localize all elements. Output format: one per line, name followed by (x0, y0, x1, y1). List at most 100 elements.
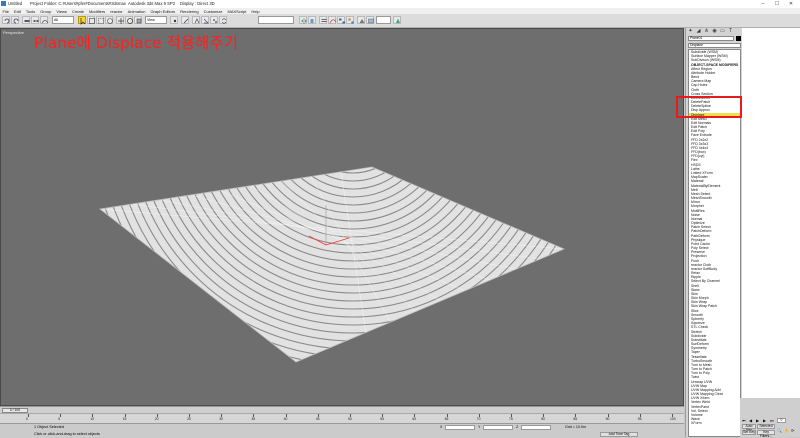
key-mode-dropdown[interactable]: Selected (757, 424, 775, 429)
x-coordinate-field[interactable] (445, 425, 475, 430)
set-key-button[interactable]: Set Key (742, 430, 756, 435)
manipulate-button[interactable] (181, 16, 189, 24)
track-tick-label: 95 (637, 417, 642, 421)
unlink-button[interactable] (31, 16, 39, 24)
orbit-icon[interactable]: ⟳ (791, 428, 794, 433)
utilities-tab-icon[interactable]: T (727, 28, 734, 35)
modify-tab-icon[interactable]: ◢ (695, 28, 702, 35)
angle-snap-button[interactable] (201, 16, 209, 24)
go-to-end-icon[interactable]: ⏭ (770, 418, 774, 423)
current-frame-field[interactable]: 0 (777, 418, 786, 423)
menu-modifiers[interactable]: Modifiers (86, 9, 107, 14)
spinner-snap-button[interactable] (219, 16, 227, 24)
y-label: Y (478, 425, 481, 429)
app-icon (1, 1, 6, 6)
select-object-button[interactable] (78, 16, 86, 25)
create-tab-icon[interactable]: ✦ (687, 28, 694, 35)
modifier-list-item[interactable]: XForm (689, 421, 740, 425)
title-project: Project Folder: C:#Users#pfer#Documents#… (30, 1, 126, 6)
menu-animation[interactable]: Animation (125, 9, 148, 14)
zoom-icon[interactable]: 🔍 (777, 428, 782, 433)
pan-icon[interactable]: ✋ (784, 428, 789, 433)
display-tab-icon[interactable]: ▭ (719, 28, 726, 35)
menu-customize[interactable]: Customize (201, 9, 225, 14)
window-crossing-button[interactable] (105, 16, 113, 24)
track-tick-label: 100 (670, 417, 676, 421)
menu-graph-editors[interactable]: Graph Editors (148, 9, 178, 14)
status-bar: 1 Object Selected Click or click-and-dra… (0, 423, 684, 438)
command-panel: ✦ ◢ ⋔ ◉ ▭ T Plane01 Displace Subdivide (… (685, 28, 742, 437)
menu-reactor[interactable]: reactor (108, 9, 125, 14)
track-tick-label: 35 (251, 417, 256, 421)
reference-coordinate-dropdown[interactable]: View (145, 16, 167, 24)
menu-edit[interactable]: Edit (11, 9, 23, 14)
menu-file[interactable]: File (0, 9, 11, 14)
render-setup-button[interactable] (357, 16, 365, 24)
window-controls: – ☐ ✕ (756, 0, 798, 8)
named-selection-dropdown[interactable] (258, 16, 294, 24)
z-label: Z (516, 425, 519, 429)
rendered-frame-button[interactable] (366, 16, 374, 24)
undo-button[interactable] (2, 16, 10, 24)
menu-rendering[interactable]: Rendering (178, 9, 201, 14)
pivot-center-button[interactable] (170, 16, 178, 24)
curve-editor-button[interactable] (328, 16, 337, 24)
layer-manager-button[interactable] (319, 16, 327, 24)
schematic-view-button[interactable] (337, 16, 345, 24)
selection-status: 1 Object Selected (34, 425, 64, 429)
time-slider-handle[interactable]: 0 / 100 (2, 407, 28, 413)
track-tick-label: 0 (26, 417, 28, 421)
redo-button[interactable] (11, 16, 19, 24)
mirror-button[interactable] (299, 16, 307, 24)
align-button[interactable] (308, 16, 316, 24)
track-tick-label: 15 (122, 417, 127, 421)
displace-highlight-box (676, 96, 742, 118)
menu-tools[interactable]: Tools (23, 9, 37, 14)
menu-maxscript[interactable]: MAXScript (225, 9, 249, 14)
select-rotate-button[interactable] (125, 16, 133, 24)
command-panel-tabs: ✦ ◢ ⋔ ◉ ▭ T (687, 28, 734, 35)
menu-views[interactable]: Views (54, 9, 70, 14)
menu-help[interactable]: Help (249, 9, 262, 14)
bind-spacewarp-button[interactable] (40, 16, 49, 24)
track-tick-label: 25 (187, 417, 191, 421)
z-coordinate-field[interactable] (521, 425, 551, 430)
rect-selection-button[interactable] (96, 16, 104, 24)
track-tick-label: 10 (90, 417, 95, 421)
track-tick-label: 30 (219, 417, 223, 421)
play-icon[interactable]: ▶ (756, 418, 759, 423)
go-to-start-icon[interactable]: ⏮ (742, 418, 746, 423)
select-move-button[interactable] (116, 16, 124, 24)
track-tick-label: 40 (283, 417, 288, 421)
minimize-button[interactable]: – (756, 0, 770, 8)
previous-frame-icon[interactable]: ◀ (749, 418, 752, 423)
select-scale-button[interactable] (134, 16, 142, 24)
auto-key-button[interactable]: Auto Key (742, 424, 756, 431)
perspective-viewport[interactable]: Perspective (0, 28, 684, 406)
menu-create[interactable]: Create (69, 9, 86, 14)
percent-snap-button[interactable] (210, 16, 218, 24)
track-tick (60, 414, 62, 417)
render-type-dropdown[interactable] (376, 16, 391, 24)
object-name-field[interactable]: Plane01 (688, 36, 734, 41)
motion-tab-icon[interactable]: ◉ (711, 28, 718, 35)
add-time-tag-button[interactable]: Add Time Tag (600, 432, 638, 437)
key-filters-button[interactable]: Key Filters... (757, 430, 775, 437)
close-button[interactable]: ✕ (784, 0, 798, 8)
track-tick-label: 70 (476, 417, 481, 421)
title-untitled: Untitled (8, 1, 23, 6)
object-color-swatch[interactable] (736, 36, 741, 41)
select-link-button[interactable] (22, 16, 30, 24)
hierarchy-tab-icon[interactable]: ⋔ (703, 28, 710, 35)
y-coordinate-field[interactable] (483, 425, 513, 430)
quick-render-button[interactable] (393, 16, 401, 24)
menu-group[interactable]: Group (38, 9, 54, 14)
next-frame-icon[interactable]: ▶ (763, 418, 766, 423)
material-editor-button[interactable] (346, 16, 354, 24)
selection-filter-dropdown[interactable]: All (52, 16, 74, 24)
snap-toggle-button[interactable] (192, 16, 200, 24)
time-slider[interactable]: 0 / 100 (0, 406, 684, 413)
select-by-name-button[interactable] (87, 16, 95, 24)
modifier-list-dropdown[interactable]: Displace (688, 43, 741, 48)
maximize-button[interactable]: ☐ (770, 0, 784, 8)
